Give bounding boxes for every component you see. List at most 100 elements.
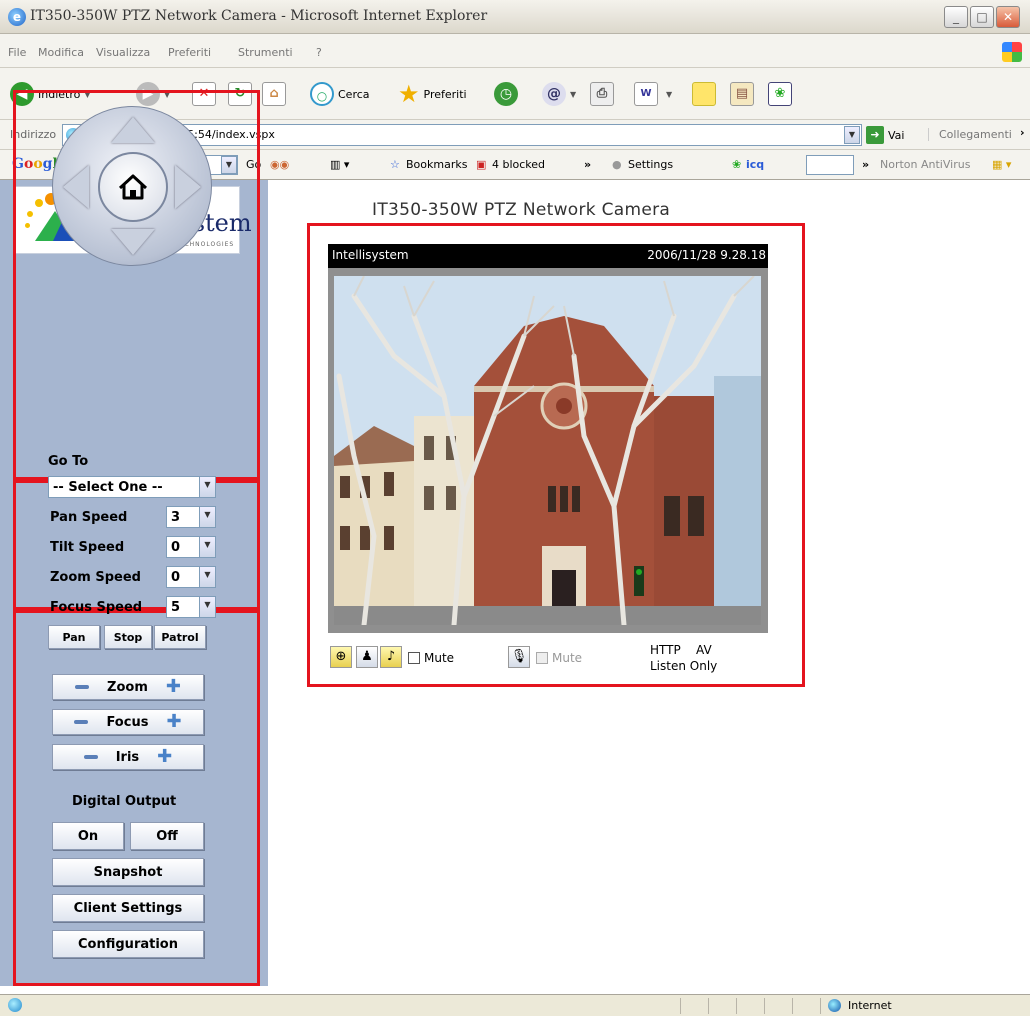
more-chevron-icon[interactable]: » [862, 158, 869, 171]
client-settings-button[interactable]: Client Settings [52, 894, 204, 922]
mail-icon: @ [542, 82, 566, 106]
edit-button[interactable]: W ▼ [634, 80, 672, 108]
pan-speed-select[interactable]: 3 ▼ [166, 506, 216, 528]
pan-button[interactable]: Pan [48, 625, 100, 649]
popup-blocker-icon: ▣ [476, 158, 487, 171]
chevron-down-icon: ▼ [199, 537, 215, 557]
windows-logo-icon [1002, 42, 1022, 62]
focus-far-icon[interactable]: ✚ [166, 713, 181, 731]
home-button[interactable]: ⌂ [262, 80, 286, 108]
settings-icon: ● [612, 158, 622, 171]
tilt-speed-label: Tilt Speed [50, 540, 125, 555]
zoom-out-icon[interactable] [75, 685, 90, 689]
menu-preferiti[interactable]: Preferiti [168, 46, 211, 59]
camera-timestamp: 2006/11/28 9.28.18 [647, 248, 766, 262]
goto-select[interactable]: -- Select One -- ▼ [48, 476, 216, 498]
mute-speaker-toggle[interactable]: Mute [408, 651, 454, 665]
speaker-icon[interactable]: ♪ [380, 646, 402, 668]
close-button[interactable]: ✕ [996, 6, 1020, 28]
microphone-icon[interactable]: 🎙 [508, 646, 530, 668]
print-icon: ⎙ [590, 82, 614, 106]
mail-button[interactable]: @ ▼ [542, 80, 576, 108]
security-zone-label: Internet [848, 999, 892, 1012]
zoom-label: Zoom [107, 679, 148, 695]
pan-right-arrow-icon[interactable] [175, 165, 201, 209]
status-segment [792, 998, 793, 1014]
maximize-button[interactable]: □ [970, 6, 994, 28]
address-dropdown-icon[interactable]: ▼ [844, 126, 860, 144]
links-button[interactable]: Collegamenti [928, 128, 1012, 141]
icq-search-input[interactable] [806, 155, 854, 175]
print-button[interactable]: ⎙ [590, 80, 614, 108]
chevron-down-icon: ▼ [199, 477, 215, 497]
ie-icon: e [8, 8, 26, 26]
go-button[interactable]: ➜ Vai [866, 126, 904, 144]
pan-left-arrow-icon[interactable] [63, 165, 89, 209]
focus-near-icon[interactable] [74, 720, 89, 724]
bookmarks-button[interactable]: Bookmarks [406, 158, 467, 171]
ptz-direction-pad[interactable] [52, 106, 212, 266]
iris-open-icon[interactable]: ✚ [157, 748, 172, 766]
video-caption-bar: Intellisystem 2006/11/28 9.28.18 [328, 244, 768, 268]
tilt-speed-select[interactable]: 0 ▼ [166, 536, 216, 558]
goto-value: -- Select One -- [53, 479, 163, 495]
news-icon[interactable]: ◉◉ [270, 158, 289, 171]
snapshot-button[interactable]: Snapshot [52, 858, 204, 886]
search-label: Cerca [338, 87, 370, 101]
search-icon: ○ [310, 82, 334, 106]
iris-label: Iris [115, 749, 140, 765]
mute-mic-label: Mute [552, 651, 583, 665]
menu-modifica[interactable]: Modifica [38, 46, 84, 59]
search-button[interactable]: ○ Cerca [310, 80, 370, 108]
zoom-speed-select[interactable]: 0 ▼ [166, 566, 216, 588]
icq-button[interactable]: icq [746, 158, 764, 171]
notes-button[interactable] [692, 80, 716, 108]
mute-mic-checkbox[interactable] [536, 652, 548, 664]
video-controls: ⊕ ♟ ♪ Mute 🎙 Mute HTTP AV Listen Only [330, 643, 800, 677]
menu-file[interactable]: File [8, 46, 26, 59]
zoom-in-icon[interactable]: ✚ [166, 678, 181, 696]
snapshot-person-icon[interactable]: ♟ [356, 646, 378, 668]
church-scene-image [334, 276, 761, 625]
chevron-down-icon: ▼ [199, 567, 215, 587]
messenger-button[interactable]: ❀ [768, 80, 792, 108]
menu-strumenti[interactable]: Strumenti [238, 46, 293, 59]
more-chevron-icon[interactable]: » [584, 158, 591, 171]
tilt-up-arrow-icon[interactable] [111, 117, 155, 143]
configuration-button[interactable]: Configuration [52, 930, 204, 958]
norton-button[interactable]: Norton AntiVirus [880, 158, 970, 171]
globe-icon [828, 999, 841, 1012]
chevron-right-icon[interactable]: › [1020, 126, 1025, 139]
mute-speaker-checkbox[interactable] [408, 652, 420, 664]
window-title: IT350-350W PTZ Network Camera - Microsof… [30, 8, 488, 24]
zoom-magnifier-icon[interactable]: ⊕ [330, 646, 352, 668]
window-titlebar: e IT350-350W PTZ Network Camera - Micros… [0, 0, 1030, 34]
pagerank-icon[interactable]: ▥ ▾ [330, 158, 349, 171]
stop-button[interactable]: Stop [104, 625, 152, 649]
pan-speed-value: 3 [171, 509, 181, 525]
mute-speaker-label: Mute [424, 651, 455, 665]
goto-label: Go To [48, 454, 89, 469]
menu-bar: File Modifica Visualizza Preferiti Strum… [0, 34, 1030, 68]
menu-help[interactable]: ? [316, 46, 322, 59]
favorites-button[interactable]: ★ Preferiti [398, 80, 467, 108]
mute-mic-toggle[interactable]: Mute [536, 651, 582, 665]
focus-speed-select[interactable]: 5 ▼ [166, 596, 216, 618]
history-button[interactable]: ◷ [494, 80, 518, 108]
camera-name: Intellisystem [332, 248, 409, 262]
patrol-button[interactable]: Patrol [154, 625, 206, 649]
output-off-button[interactable]: Off [130, 822, 204, 850]
focus-speed-label: Focus Speed [50, 600, 143, 615]
menu-visualizza[interactable]: Visualizza [96, 46, 150, 59]
blocked-popups-button[interactable]: 4 blocked [492, 158, 545, 171]
icq-flower-icon: ❀ [732, 158, 742, 171]
tilt-down-arrow-icon[interactable] [111, 229, 155, 255]
home-position-button[interactable] [98, 152, 168, 222]
research-button[interactable]: ▤ [730, 80, 754, 108]
settings-button[interactable]: Settings [628, 158, 673, 171]
output-on-button[interactable]: On [52, 822, 124, 850]
norton-icon[interactable]: ▦ ▾ [992, 158, 1011, 171]
status-bar: Internet [0, 994, 1030, 1016]
minimize-button[interactable]: _ [944, 6, 968, 28]
iris-close-icon[interactable] [83, 755, 98, 759]
